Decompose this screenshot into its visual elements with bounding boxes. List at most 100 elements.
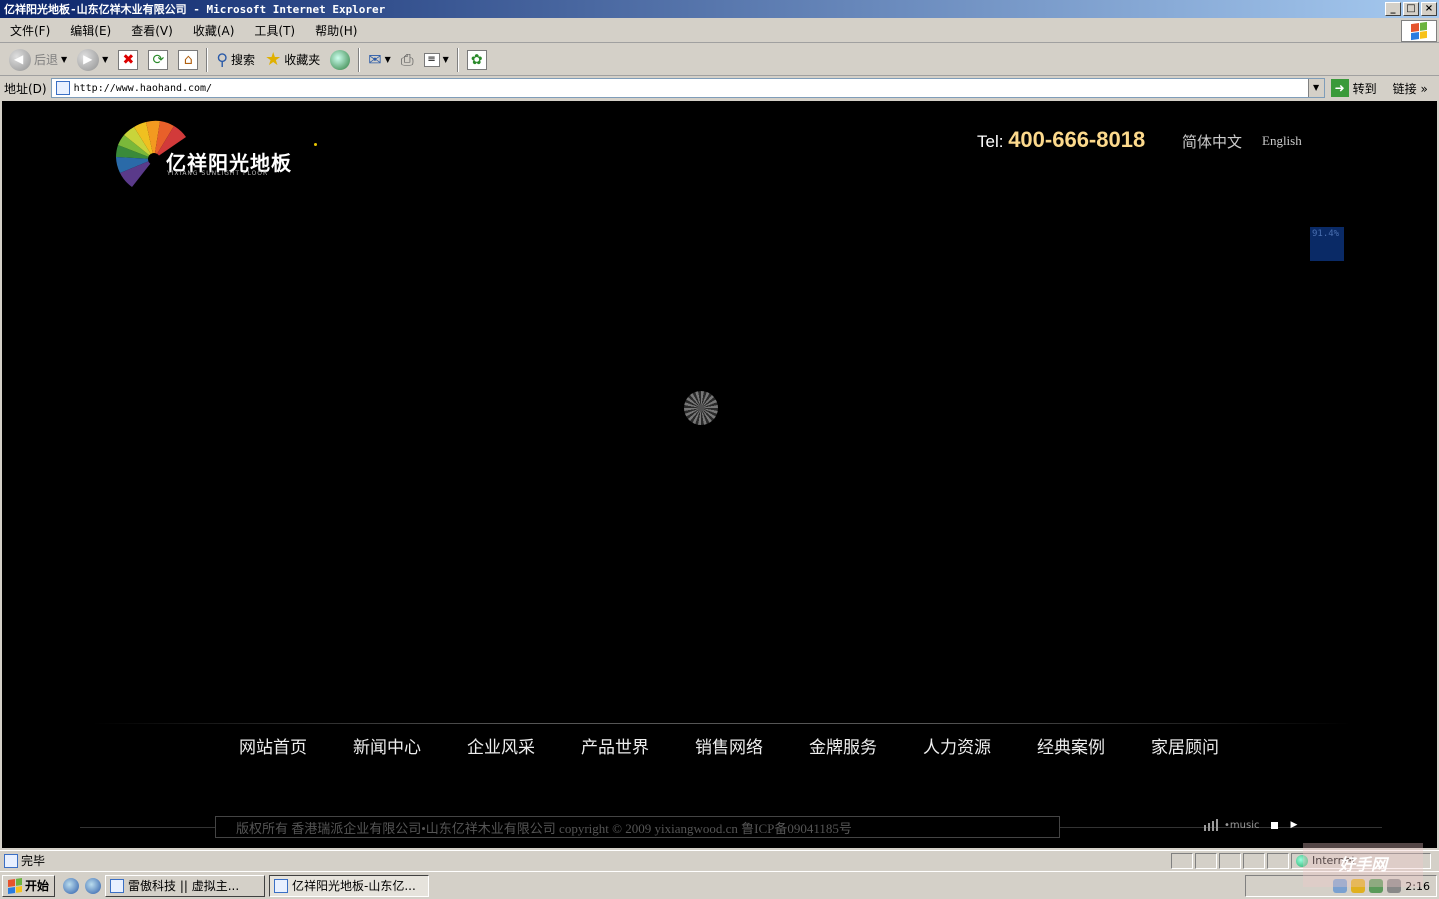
taskbar-item-active[interactable]: 亿祥阳光地板-山东亿... [269, 874, 430, 897]
address-label: 地址(D) [4, 81, 47, 96]
status-cell [1219, 852, 1241, 869]
favorites-button[interactable]: ★ 收藏夹 [260, 46, 325, 74]
status-bar: 完毕 Internet [0, 850, 1439, 870]
tel-label: Tel: [977, 132, 1009, 151]
watermark-logo: 好手网 [1303, 843, 1423, 887]
start-button[interactable]: 开始 [2, 874, 56, 897]
forward-button[interactable]: ▼ [72, 46, 113, 74]
stop-button[interactable]: ✖ [113, 46, 143, 74]
mail-dropdown-icon[interactable]: ▼ [385, 55, 391, 64]
windows-logo-icon [1401, 20, 1437, 42]
address-input[interactable]: http://www.haohand.com/ ▼ [50, 78, 1325, 98]
forward-arrow-icon [77, 48, 100, 71]
music-label: •music [1224, 819, 1260, 831]
nav-advisor[interactable]: 家居顾问 [1128, 733, 1242, 758]
menu-help[interactable]: 帮助(H) [305, 22, 367, 39]
nav-products[interactable]: 产品世界 [558, 733, 672, 758]
print-button[interactable]: ⎙ [396, 46, 419, 74]
go-button[interactable]: ➜ 转到 [1330, 79, 1377, 97]
taskbar-item[interactable]: 雷傲科技 || 虚拟主... [105, 874, 266, 897]
toolbar-separator [206, 47, 209, 72]
links-button[interactable]: 链接 » [1393, 80, 1428, 97]
stop-music-icon[interactable] [1271, 821, 1279, 829]
go-arrow-icon: ➜ [1330, 79, 1349, 97]
nav-sales-network[interactable]: 销售网络 [672, 733, 786, 758]
mail-icon: ✉ [368, 50, 382, 69]
refresh-icon: ⟳ [148, 49, 169, 70]
close-button[interactable]: × [1421, 2, 1437, 16]
window-controls: _ □ × [1385, 2, 1437, 16]
menu-file[interactable]: 文件(F) [0, 22, 60, 39]
nav-home[interactable]: 网站首页 [216, 733, 330, 758]
tel-number: 400-666-8018 [1008, 127, 1146, 152]
refresh-button[interactable]: ⟳ [143, 46, 173, 74]
go-label: 转到 [1352, 81, 1377, 96]
back-button[interactable]: 后退 ▼ [4, 46, 72, 74]
address-dropdown-icon[interactable]: ▼ [1307, 79, 1324, 97]
window-title: 亿祥阳光地板-山东亿祥木业有限公司 - Microsoft Internet E… [4, 3, 386, 16]
stop-icon: ✖ [118, 49, 139, 70]
page-icon [55, 81, 70, 95]
taskbar: 开始 雷傲科技 || 虚拟主... 亿祥阳光地板-山东亿... 2:16 [0, 871, 1439, 899]
menu-tools[interactable]: 工具(T) [244, 22, 305, 39]
loading-percent: 91.4% [1310, 227, 1344, 261]
loading-spinner-icon [684, 391, 718, 425]
back-label: 后退 [34, 53, 59, 67]
menu-bar: 文件(F) 编辑(E) 查看(V) 收藏(A) 工具(T) 帮助(H) [0, 19, 1439, 43]
quick-launch [63, 877, 102, 894]
nav-company[interactable]: 企业风采 [444, 733, 558, 758]
telephone: Tel: 400-666-8018 [977, 127, 1145, 153]
back-arrow-icon [9, 48, 31, 71]
menu-favorites[interactable]: 收藏(A) [183, 22, 245, 39]
equalizer-icon [1204, 819, 1218, 831]
maximize-button[interactable]: □ [1403, 2, 1419, 16]
music-player: •music ▶ [1204, 819, 1297, 831]
ie-window-icon [274, 878, 289, 893]
menu-edit[interactable]: 编辑(E) [60, 22, 121, 39]
status-cell [1243, 852, 1265, 869]
messenger-button[interactable]: ✿ [462, 46, 492, 74]
menu-view[interactable]: 查看(V) [121, 22, 183, 39]
edit-dropdown-icon[interactable]: ▼ [443, 55, 449, 64]
favorites-label: 收藏夹 [284, 53, 321, 67]
status-page-icon [4, 853, 18, 868]
search-button[interactable]: ⚲ 搜索 [211, 46, 260, 74]
window-title-bar: 亿祥阳光地板-山东亿祥木业有限公司 - Microsoft Internet E… [0, 0, 1439, 18]
task-label: 雷傲科技 || 虚拟主... [128, 879, 240, 893]
forward-dropdown-icon[interactable]: ▼ [102, 55, 108, 64]
decorative-dot [314, 143, 317, 146]
history-button[interactable] [325, 46, 355, 74]
ie-window-icon [110, 878, 125, 893]
status-cell [1267, 852, 1289, 869]
status-text: 完毕 [21, 854, 46, 868]
language-english-link[interactable]: English [1262, 133, 1302, 149]
edit-button[interactable]: ≡ ▼ [419, 46, 454, 74]
toolbar-separator [358, 47, 361, 72]
footer-copyright: 版权所有 香港瑞派企业有限公司•山东亿祥木业有限公司 copyright © 2… [215, 816, 1060, 838]
nav-cases[interactable]: 经典案例 [1014, 733, 1128, 758]
start-label: 开始 [25, 879, 50, 893]
mail-button[interactable]: ✉ ▼ [363, 46, 396, 74]
nav-hr[interactable]: 人力资源 [900, 733, 1014, 758]
home-button[interactable]: ⌂ [173, 46, 203, 74]
nav-news[interactable]: 新闻中心 [330, 733, 444, 758]
task-label: 亿祥阳光地板-山东亿... [292, 879, 416, 893]
copyright-text: 版权所有 香港瑞派企业有限公司•山东亿祥木业有限公司 copyright © 2… [236, 820, 852, 836]
desktop-quicklaunch-icon[interactable] [85, 877, 102, 894]
back-dropdown-icon[interactable]: ▼ [61, 55, 67, 64]
address-url[interactable]: http://www.haohand.com/ [74, 83, 212, 94]
home-icon: ⌂ [178, 49, 199, 70]
web-page-viewport: 亿祥阳光地板 YIXIANG SUNLIGHT FLOOR Tel: 400-6… [2, 101, 1437, 848]
windows-flag-icon [8, 877, 22, 894]
ie-quicklaunch-icon[interactable] [63, 877, 80, 894]
status-cell [1195, 852, 1217, 869]
language-chinese-link[interactable]: 简体中文 [1182, 131, 1242, 152]
history-icon [330, 49, 351, 70]
main-nav: 网站首页 新闻中心 企业风采 产品世界 销售网络 金牌服务 人力资源 经典案例 … [216, 733, 1242, 758]
minimize-button[interactable]: _ [1385, 2, 1401, 16]
star-icon: ★ [265, 49, 282, 70]
search-icon: ⚲ [216, 50, 229, 69]
nav-service[interactable]: 金牌服务 [786, 733, 900, 758]
play-music-icon[interactable]: ▶ [1290, 820, 1297, 830]
toolbar: 后退 ▼ ▼ ✖ ⟳ ⌂ ⚲ 搜索 ★ 收藏夹 ✉ ▼ ⎙ ≡ ▼ ✿ [0, 44, 1439, 76]
